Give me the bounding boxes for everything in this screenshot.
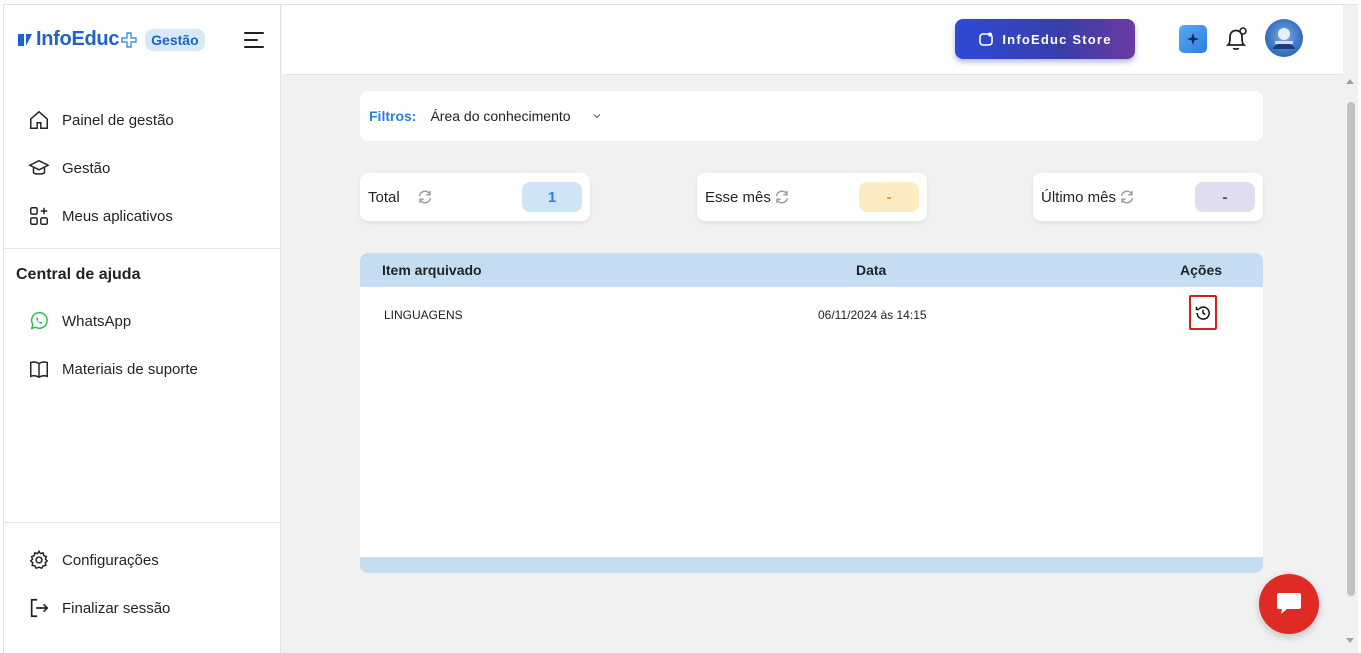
sidebar-item-gestao[interactable]: Gestão <box>28 157 110 179</box>
table-row: LINGUAGENS 06/11/2024 às 14:15 <box>360 287 1263 343</box>
top-bar: InfoEduc Store <box>282 5 1343 75</box>
home-icon <box>30 110 48 129</box>
cell-item: LINGUAGENS <box>384 308 463 322</box>
stat-card-total: Total 1 <box>360 173 590 221</box>
help-section-title: Central de ajuda <box>16 266 141 283</box>
store-button[interactable]: InfoEduc Store <box>955 19 1135 59</box>
ai-sparkle-button[interactable] <box>1179 25 1207 53</box>
menu-toggle-icon[interactable] <box>244 32 264 48</box>
logout-icon <box>30 598 49 618</box>
table-footer <box>360 557 1263 573</box>
column-header-item[interactable]: Item arquivado <box>382 262 482 278</box>
cell-date: 06/11/2024 às 14:15 <box>818 308 927 322</box>
stat-value-badge: - <box>859 182 919 212</box>
divider <box>4 522 280 523</box>
gear-icon <box>29 549 49 570</box>
store-icon <box>979 32 994 46</box>
sidebar-item-aplicativos[interactable]: Meus aplicativos <box>28 205 173 227</box>
chevron-down-icon <box>593 114 600 119</box>
area-select-value: Área do conhecimento <box>430 108 571 124</box>
sidebar-item-label: Painel de gestão <box>62 111 174 129</box>
sidebar-item-label: WhatsApp <box>62 312 132 330</box>
bell-icon[interactable] <box>1223 25 1249 53</box>
scroll-up-arrow-icon[interactable] <box>1346 79 1354 84</box>
whatsapp-icon <box>30 311 48 330</box>
filters-label: Filtros: <box>369 108 417 124</box>
stat-value-badge: 1 <box>522 182 582 212</box>
sidebar: InfoEduc Gestão Painel de gestão Gestão … <box>4 5 281 653</box>
area-select[interactable]: Área do conhecimento <box>430 108 600 124</box>
scroll-down-arrow-icon[interactable] <box>1346 638 1354 643</box>
sidebar-item-materiais[interactable]: Materiais de suporte <box>28 358 198 380</box>
user-avatar[interactable] <box>1265 19 1303 57</box>
refresh-icon[interactable] <box>773 188 791 206</box>
sparkle-icon <box>1187 33 1199 45</box>
refresh-icon[interactable] <box>1118 188 1136 206</box>
sidebar-item-configuracoes[interactable]: Configurações <box>28 549 159 571</box>
stat-card-este-mes: Esse mês - <box>697 173 927 221</box>
graduation-cap-icon <box>28 159 50 175</box>
table-header: Item arquivado Data Ações <box>360 253 1263 287</box>
logo-plus-icon <box>121 31 137 48</box>
sidebar-item-painel[interactable]: Painel de gestão <box>28 109 174 131</box>
sidebar-item-label: Configurações <box>62 551 159 569</box>
apps-grid-icon <box>30 207 48 225</box>
restore-button[interactable] <box>1189 295 1217 330</box>
column-header-data[interactable]: Data <box>856 262 886 278</box>
sidebar-item-label: Gestão <box>62 159 111 177</box>
divider <box>4 248 280 249</box>
column-header-acoes: Ações <box>1180 262 1223 278</box>
brand-name: InfoEduc <box>36 28 120 50</box>
stat-card-ultimo-mes: Último mês - <box>1033 173 1263 221</box>
stat-value-badge: - <box>1195 182 1255 212</box>
sidebar-item-label: Finalizar sessão <box>62 599 171 617</box>
restore-history-icon <box>1195 305 1210 320</box>
sidebar-item-label: Meus aplicativos <box>62 207 173 225</box>
archived-items-table: Item arquivado Data Ações LINGUAGENS 06/… <box>360 253 1263 573</box>
logo-mark-icon <box>18 33 32 46</box>
sidebar-item-finalizar-sessao[interactable]: Finalizar sessão <box>28 597 170 619</box>
store-button-label: InfoEduc Store <box>1002 31 1112 47</box>
scrollbar-thumb[interactable] <box>1347 102 1355 596</box>
chat-bubble-icon <box>1277 593 1301 614</box>
refresh-icon[interactable] <box>416 188 434 206</box>
brand-logo[interactable]: InfoEduc Gestão <box>16 28 205 51</box>
stat-label: Esse mês <box>705 188 771 206</box>
stat-label: Total <box>368 188 400 206</box>
filters-bar: Filtros: Área do conhecimento <box>360 91 1263 141</box>
chat-support-button[interactable] <box>1259 574 1319 634</box>
book-icon <box>30 361 48 379</box>
avatar-image <box>1273 28 1295 49</box>
sidebar-item-label: Materiais de suporte <box>62 360 198 378</box>
stat-label: Último mês <box>1041 188 1117 206</box>
product-badge: Gestão <box>145 28 205 51</box>
sidebar-item-whatsapp[interactable]: WhatsApp <box>28 310 131 332</box>
